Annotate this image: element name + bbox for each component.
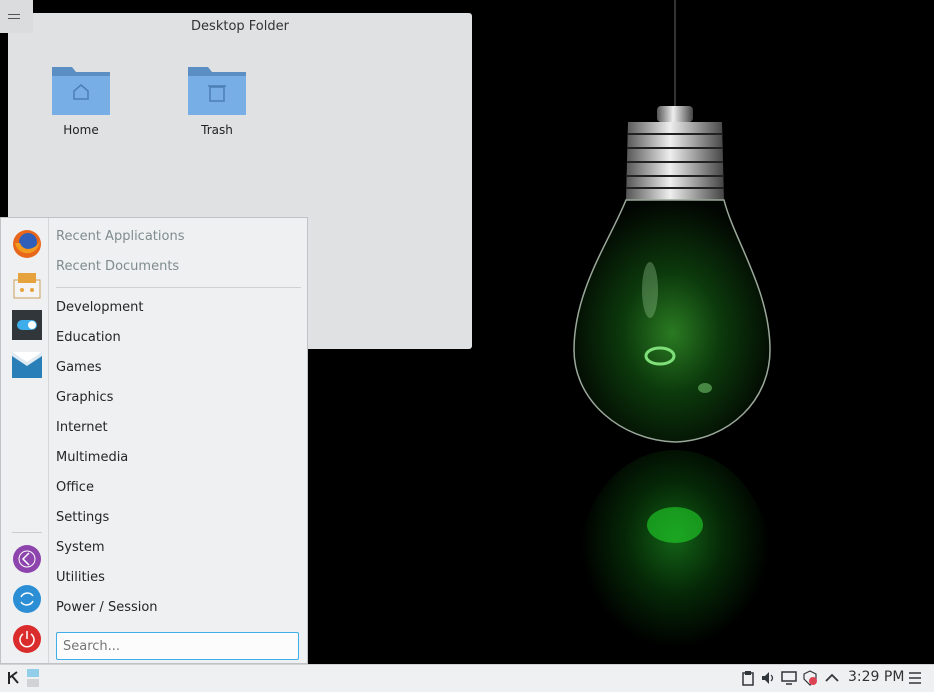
menu-item-multimedia[interactable]: Multimedia (56, 450, 128, 465)
folder-widget-title: Desktop Folder (191, 19, 289, 34)
clipboard-icon[interactable] (741, 670, 755, 686)
home-folder[interactable]: Home (36, 63, 126, 137)
home-label: Home (63, 123, 99, 137)
menu-item-settings[interactable]: Settings (56, 510, 109, 525)
restart-icon[interactable] (12, 584, 42, 614)
menu-item-games[interactable]: Games (56, 360, 101, 375)
lightbulb-image (573, 0, 771, 664)
updates-icon[interactable] (802, 670, 818, 686)
mail-icon[interactable] (12, 350, 42, 380)
menu-item-graphics[interactable]: Graphics (56, 390, 113, 405)
menu-separator (56, 287, 301, 288)
menu-item-development[interactable]: Development (56, 300, 144, 315)
search-input[interactable] (56, 632, 299, 660)
power-icon[interactable] (12, 624, 42, 654)
trash-label: Trash (201, 123, 233, 137)
application-launcher: Recent Applications Recent Documents Dev… (0, 217, 308, 664)
trash-folder-icon (188, 67, 246, 115)
menu-item-system[interactable]: System (56, 540, 104, 555)
menu-item-recent-documents[interactable]: Recent Documents (56, 259, 179, 274)
menu-item-office[interactable]: Office (56, 480, 94, 495)
display-icon[interactable] (781, 670, 797, 686)
desktop-pager-icon[interactable] (26, 668, 40, 688)
trash-folder[interactable]: Trash (172, 63, 262, 137)
desktop-toolbox-button[interactable] (0, 0, 33, 33)
menu-item-utilities[interactable]: Utilities (56, 570, 105, 585)
expand-tray-icon[interactable] (824, 670, 840, 686)
logout-icon[interactable] (12, 544, 42, 574)
favorites-column (4, 218, 49, 663)
favorites-separator (12, 532, 42, 533)
menu-item-education[interactable]: Education (56, 330, 121, 345)
toggle-settings-icon[interactable] (12, 310, 42, 340)
volume-icon[interactable] (760, 670, 776, 686)
menu-item-power-session[interactable]: Power / Session (56, 600, 158, 615)
firefox-icon[interactable] (12, 229, 42, 259)
menu-item-recent-applications[interactable]: Recent Applications (56, 229, 184, 244)
clock[interactable]: 3:29 PM (848, 669, 904, 685)
application-launcher-icon[interactable] (6, 670, 22, 686)
menu-item-internet[interactable]: Internet (56, 420, 108, 435)
taskbar-panel: 3:29 PM (0, 664, 934, 692)
package-installer-icon[interactable] (12, 270, 42, 300)
folder-home-icon (52, 67, 110, 115)
panel-menu-icon[interactable] (908, 670, 922, 686)
